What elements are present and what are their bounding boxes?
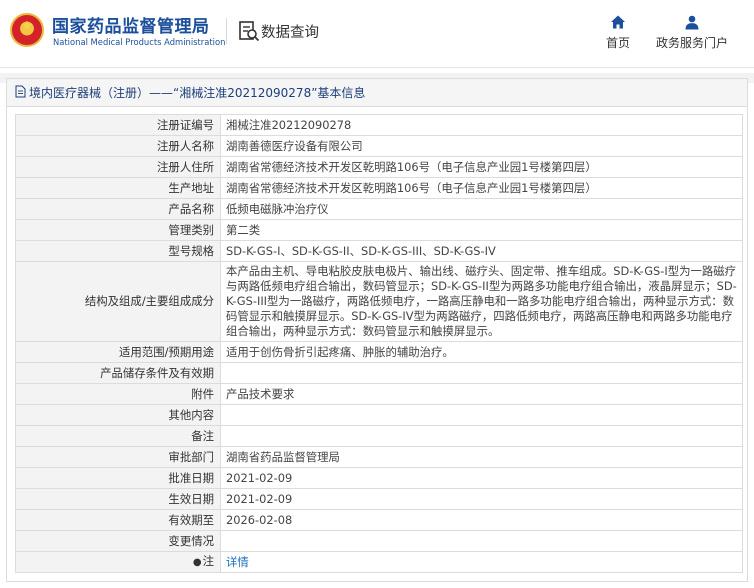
row-label: 管理类别	[15, 219, 221, 241]
table-row: 注册人住所 湖南省常德经济技术开发区乾明路106号（电子信息产业园1号楼第四层）	[15, 156, 743, 178]
row-value	[220, 530, 743, 552]
header-divider	[226, 18, 227, 44]
site-header: ★ 国家药品监督管理局 National Medical Products Ad…	[0, 0, 754, 68]
note-label-cell: ●注	[15, 551, 221, 573]
row-value: 湖南善德医疗设备有限公司	[220, 135, 743, 157]
table-row: 管理类别 第二类	[15, 219, 743, 241]
table-row: 结构及组成/主要组成成分 本产品由主机、导电粘胶皮肤电极片、输出线、磁疗头、固定…	[15, 261, 743, 342]
row-label: 型号规格	[15, 240, 221, 262]
table-row: 型号规格 SD-K-GS-I、SD-K-GS-II、SD-K-GS-III、SD…	[15, 240, 743, 262]
data-query-icon	[239, 21, 260, 42]
row-label: 有效期至	[15, 509, 221, 531]
table-row: 备注	[15, 425, 743, 447]
row-label: 注册证编号	[15, 114, 221, 136]
document-icon	[15, 85, 26, 98]
row-value: 湖南省药品监督管理局	[220, 446, 743, 468]
header-bottom-border	[0, 67, 754, 68]
row-value	[220, 404, 743, 426]
table-row: 生效日期 2021-02-09	[15, 488, 743, 510]
row-label: 注册人名称	[15, 135, 221, 157]
row-value: 产品技术要求	[220, 383, 743, 405]
row-value: 本产品由主机、导电粘胶皮肤电极片、输出线、磁疗头、固定带、推车组成。SD-K-G…	[220, 261, 743, 342]
map-pin-icon: ●	[192, 557, 202, 568]
row-label: 变更情况	[15, 530, 221, 552]
row-label: 生产地址	[15, 177, 221, 199]
national-emblem-icon: ★	[10, 13, 44, 47]
row-value: 2021-02-09	[220, 488, 743, 510]
row-value: 湖南省常德经济技术开发区乾明路106号（电子信息产业园1号楼第四层）	[220, 156, 743, 178]
row-value-cell: 详情	[220, 551, 743, 573]
row-value	[220, 425, 743, 447]
table-row: 批准日期 2021-02-09	[15, 467, 743, 489]
table-row: 审批部门 湖南省药品监督管理局	[15, 446, 743, 468]
row-label: 审批部门	[15, 446, 221, 468]
table-row: 注册人名称 湖南善德医疗设备有限公司	[15, 135, 743, 157]
row-value: 适用于创伤骨折引起疼痛、肿胀的辅助治疗。	[220, 341, 743, 363]
data-query-title: 数据查询	[261, 25, 319, 41]
table-row: 产品名称 低频电磁脉冲治疗仪	[15, 198, 743, 220]
brand-title-cn[interactable]: 国家药品监督管理局	[52, 12, 210, 37]
row-label: 备注	[15, 425, 221, 447]
row-label: 注册人住所	[15, 156, 221, 178]
row-value	[220, 362, 743, 384]
nav-gov-portal-button[interactable]: 政务服务门户	[652, 14, 732, 51]
home-icon	[611, 15, 625, 29]
table-row: ●注 详情	[15, 551, 743, 573]
row-value: 湘械注准20212090278	[220, 114, 743, 136]
registration-info-table: 注册证编号 湘械注准20212090278 注册人名称 湖南善德医疗设备有限公司…	[15, 114, 743, 573]
details-link[interactable]: 详情	[226, 555, 249, 569]
table-row: 附件 产品技术要求	[15, 383, 743, 405]
row-label: 适用范围/预期用途	[15, 341, 221, 363]
brand-title-en[interactable]: National Medical Products Administration	[53, 37, 225, 47]
row-label: 注	[202, 554, 214, 568]
nav-home-button[interactable]: 首页	[598, 14, 638, 51]
row-label: 生效日期	[15, 488, 221, 510]
row-value: 2021-02-09	[220, 467, 743, 489]
table-row: 有效期至 2026-02-08	[15, 509, 743, 531]
nav-home-label: 首页	[605, 36, 630, 50]
row-label: 产品名称	[15, 198, 221, 220]
nav-gov-portal-label: 政务服务门户	[655, 36, 728, 50]
row-label: 附件	[15, 383, 221, 405]
table-row: 其他内容	[15, 404, 743, 426]
info-panel: 境内医疗器械（注册）——“湘械注准20212090278”基本信息 注册证编号 …	[6, 78, 748, 582]
table-row: 适用范围/预期用途 适用于创伤骨折引起疼痛、肿胀的辅助治疗。	[15, 341, 743, 363]
row-value: 低频电磁脉冲治疗仪	[220, 198, 743, 220]
table-row: 生产地址 湖南省常德经济技术开发区乾明路106号（电子信息产业园1号楼第四层）	[15, 177, 743, 199]
panel-title-bar: 境内医疗器械（注册）——“湘械注准20212090278”基本信息	[7, 79, 747, 107]
table-row: 产品储存条件及有效期	[15, 362, 743, 384]
row-value: 湖南省常德经济技术开发区乾明路106号（电子信息产业园1号楼第四层）	[220, 177, 743, 199]
table-row: 变更情况	[15, 530, 743, 552]
row-label: 结构及组成/主要组成成分	[15, 261, 221, 342]
row-value: SD-K-GS-I、SD-K-GS-II、SD-K-GS-III、SD-K-GS…	[220, 240, 743, 262]
user-icon	[685, 15, 699, 30]
row-label: 其他内容	[15, 404, 221, 426]
row-value: 2026-02-08	[220, 509, 743, 531]
row-value: 第二类	[220, 219, 743, 241]
table-row: 注册证编号 湘械注准20212090278	[15, 114, 743, 136]
row-label: 批准日期	[15, 467, 221, 489]
breadcrumb: 境内医疗器械（注册）——“湘械注准20212090278”基本信息	[29, 86, 366, 100]
row-label: 产品储存条件及有效期	[15, 362, 221, 384]
